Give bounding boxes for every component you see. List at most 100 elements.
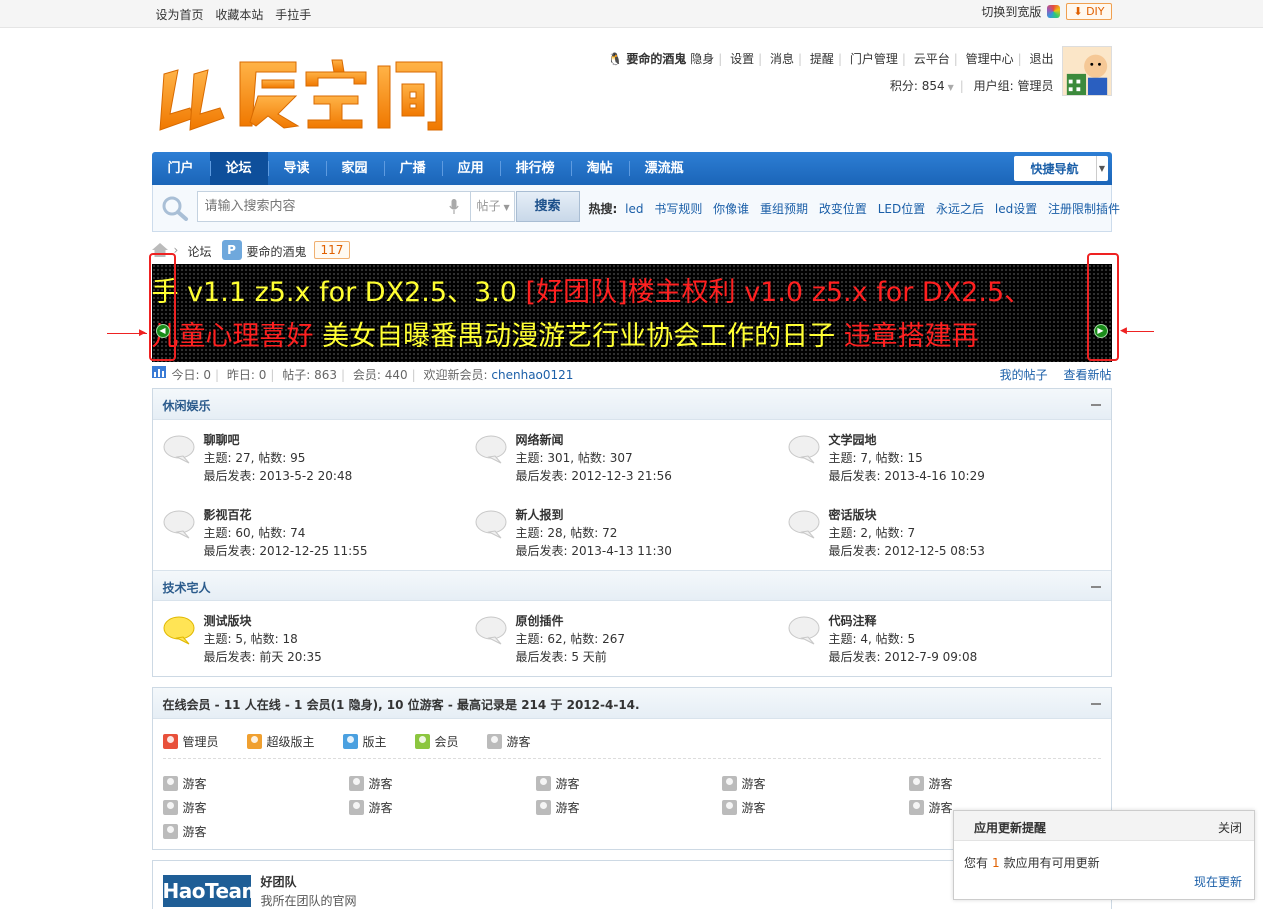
search-scope-select[interactable]: 帖子 ▼ bbox=[470, 191, 515, 222]
hot-term[interactable]: led bbox=[625, 202, 643, 216]
haoteam-logo[interactable]: HaoTeam bbox=[162, 875, 262, 907]
breadcrumb-user[interactable]: 要命的酒鬼 bbox=[247, 243, 307, 260]
forum-name[interactable]: 代码注释 bbox=[829, 612, 877, 629]
invisible-link[interactable]: 隐身 bbox=[690, 52, 714, 66]
nav-collections[interactable]: 淘帖 bbox=[570, 152, 629, 185]
forum-name[interactable]: 测试版块 bbox=[204, 612, 252, 629]
forum-last-post[interactable]: 最后发表: 2012-7-9 09:08 bbox=[829, 648, 978, 666]
hot-term[interactable]: LED位置 bbox=[878, 202, 926, 216]
nav-home[interactable]: 家园 bbox=[325, 152, 384, 185]
nav-forum[interactable]: 论坛 bbox=[209, 152, 268, 185]
hot-term[interactable]: 改变位置 bbox=[819, 202, 867, 216]
logout-link[interactable]: 退出 bbox=[1029, 52, 1053, 66]
forum-last-post[interactable]: 最后发表: 2012-12-5 08:53 bbox=[829, 542, 985, 560]
popup-close-button[interactable]: 关闭 bbox=[1218, 819, 1242, 836]
collapse-icon[interactable] bbox=[1090, 404, 1101, 406]
portal-admin-link[interactable]: 门户管理 bbox=[850, 52, 898, 66]
diy-button[interactable]: ⬇ DIY bbox=[1066, 3, 1112, 20]
set-homepage-link[interactable]: 设为首页 bbox=[156, 8, 204, 22]
notifications-link[interactable]: 提醒 bbox=[810, 52, 834, 66]
arrow-left-icon: ◀ bbox=[1120, 326, 1127, 336]
forum-stats-text: 主题: 62, 帖数: 267 bbox=[515, 632, 626, 646]
ticker-text[interactable]: 儿童心理喜好 bbox=[152, 321, 323, 352]
category-title[interactable]: 休闲娱乐 bbox=[163, 397, 211, 414]
forum-last-post[interactable]: 最后发表: 2013-5-2 20:48 bbox=[204, 467, 353, 485]
hot-term[interactable]: 注册限制插件 bbox=[1048, 202, 1120, 216]
online-title[interactable]: 在线会员 - 11 人在线 - 1 会员(1 隐身), 10 位游客 - 最高记… bbox=[163, 696, 640, 713]
category-title[interactable]: 技术宅人 bbox=[163, 579, 211, 596]
qq-penguin-icon: 🐧 bbox=[607, 52, 623, 66]
ticker-text[interactable]: 手 v1.1 z5.x for DX2.5、3.0 bbox=[152, 277, 526, 308]
forum-last-post[interactable]: 最后发表: 2013-4-13 11:30 bbox=[516, 542, 672, 560]
collapse-icon[interactable] bbox=[1090, 586, 1101, 588]
hot-term[interactable]: 书写规则 bbox=[654, 202, 702, 216]
online-user: 游客 bbox=[162, 823, 207, 840]
guest-icon bbox=[486, 734, 502, 749]
forum-last-post[interactable]: 最后发表: 2012-12-25 11:55 bbox=[204, 542, 368, 560]
forum-name[interactable]: 文学园地 bbox=[829, 431, 877, 448]
new-posts-link[interactable]: 查看新帖 bbox=[1063, 368, 1111, 382]
search-button[interactable]: 搜索 bbox=[515, 191, 580, 222]
nav-portal[interactable]: 门户 bbox=[152, 152, 210, 185]
header: 🐧 要命的酒鬼 隐身 | 设置 | 消息 | 提醒 | 门户管理 | 云平台 | 管理中心 |… bbox=[152, 28, 1112, 152]
ticker-text[interactable]: 违章搭建再 bbox=[844, 321, 979, 352]
bookmark-link[interactable]: 收藏本站 bbox=[215, 8, 263, 22]
forum-last-post[interactable]: 最后发表: 前天 20:35 bbox=[204, 648, 322, 666]
username-link[interactable]: 要命的酒鬼 bbox=[626, 52, 686, 66]
microphone-icon[interactable] bbox=[448, 199, 459, 215]
nav-drift-bottle[interactable]: 漂流瓶 bbox=[628, 152, 700, 185]
ticker-text[interactable]: 美女自曝番禺动漫游艺行业协会工作的日子 bbox=[322, 321, 844, 352]
forum-last-post[interactable]: 最后发表: 2013-4-16 10:29 bbox=[829, 467, 985, 485]
moderator-icon bbox=[342, 734, 358, 749]
nav-apps[interactable]: 应用 bbox=[441, 152, 500, 185]
collapse-icon[interactable] bbox=[1090, 703, 1101, 705]
hot-term[interactable]: 你像谁 bbox=[713, 202, 749, 216]
forum-name[interactable]: 网络新闻 bbox=[516, 431, 564, 448]
forum-stats-text: 主题: 60, 帖数: 74 bbox=[203, 526, 306, 540]
color-palette-icon[interactable] bbox=[1047, 5, 1061, 18]
scrolling-ticker[interactable]: 手 v1.1 z5.x for DX2.5、3.0 [好团队]楼主权利 v1.0… bbox=[151, 264, 1112, 362]
hot-search-label: 热搜: bbox=[588, 202, 618, 216]
settings-link[interactable]: 设置 bbox=[730, 52, 754, 66]
user-group-label: 用户组: 管理员 bbox=[973, 79, 1054, 93]
admin-center-link[interactable]: 管理中心 bbox=[966, 52, 1014, 66]
hot-term[interactable]: 永远之后 bbox=[936, 202, 984, 216]
forum-last-post[interactable]: 最后发表: 2012-12-3 21:56 bbox=[516, 467, 672, 485]
forum-name[interactable]: 聊聊吧 bbox=[204, 431, 240, 448]
wide-toggle-link[interactable]: 切换到宽版 bbox=[981, 3, 1041, 20]
guest-icon bbox=[162, 824, 178, 839]
forum-name[interactable]: 原创插件 bbox=[516, 612, 564, 629]
forum-last-post[interactable]: 最后发表: 5 天前 bbox=[516, 648, 626, 666]
avatar[interactable] bbox=[1061, 46, 1112, 96]
forum-name[interactable]: 密话版块 bbox=[829, 506, 877, 523]
nav-broadcast[interactable]: 广播 bbox=[383, 152, 442, 185]
ticker-text[interactable]: [好团队]楼主权利 v1.0 z5.x for DX2.5、 bbox=[526, 277, 1032, 308]
breadcrumb-forum[interactable]: 论坛 bbox=[188, 243, 212, 260]
team-name[interactable]: 好团队 bbox=[261, 873, 297, 890]
new-member-link[interactable]: chenhao0121 bbox=[491, 368, 573, 382]
legend-label: 版主 bbox=[362, 735, 387, 749]
nav-guide[interactable]: 导读 bbox=[267, 152, 326, 185]
notification-badge[interactable]: 117 bbox=[313, 241, 351, 259]
user-group-legend: 管理员 超级版主 版主 会员 游客 bbox=[162, 719, 1101, 759]
cloud-platform-link[interactable]: 云平台 bbox=[914, 52, 950, 66]
quick-nav-button[interactable]: 快捷导航 ▼ bbox=[1013, 156, 1108, 181]
forum-stats-text: 主题: 4, 帖数: 5 bbox=[828, 632, 916, 646]
search-input[interactable] bbox=[197, 192, 438, 221]
forum-name[interactable]: 新人报到 bbox=[516, 506, 564, 523]
guest-label: 游客 bbox=[555, 801, 580, 815]
hot-search: 热搜: led 书写规则 你像谁 重组预期 改变位置 LED位置 永远之后 le… bbox=[589, 200, 1128, 217]
main-nav: 门户 论坛 导读 家园 广播 应用 排行榜 淘帖 漂流瓶 快捷导航 ▼ bbox=[151, 152, 1112, 185]
messages-link[interactable]: 消息 bbox=[770, 52, 794, 66]
user-avatar-icon[interactable]: P bbox=[221, 240, 242, 260]
nav-ranking[interactable]: 排行榜 bbox=[499, 152, 571, 185]
hot-term[interactable]: 重组预期 bbox=[760, 202, 808, 216]
forum-name[interactable]: 影视百花 bbox=[204, 506, 252, 523]
my-posts-link[interactable]: 我的帖子 bbox=[1000, 368, 1048, 382]
update-popup: 应用更新提醒 关闭 您有 1 款应用有可用更新 现在更新 bbox=[953, 810, 1255, 900]
points-link[interactable]: 积分: 854 bbox=[890, 79, 945, 93]
hand-in-hand-link[interactable]: 手拉手 bbox=[275, 8, 311, 22]
update-now-link[interactable]: 现在更新 bbox=[1194, 873, 1242, 890]
hot-term[interactable]: led设置 bbox=[995, 202, 1037, 216]
site-logo[interactable] bbox=[156, 44, 446, 139]
